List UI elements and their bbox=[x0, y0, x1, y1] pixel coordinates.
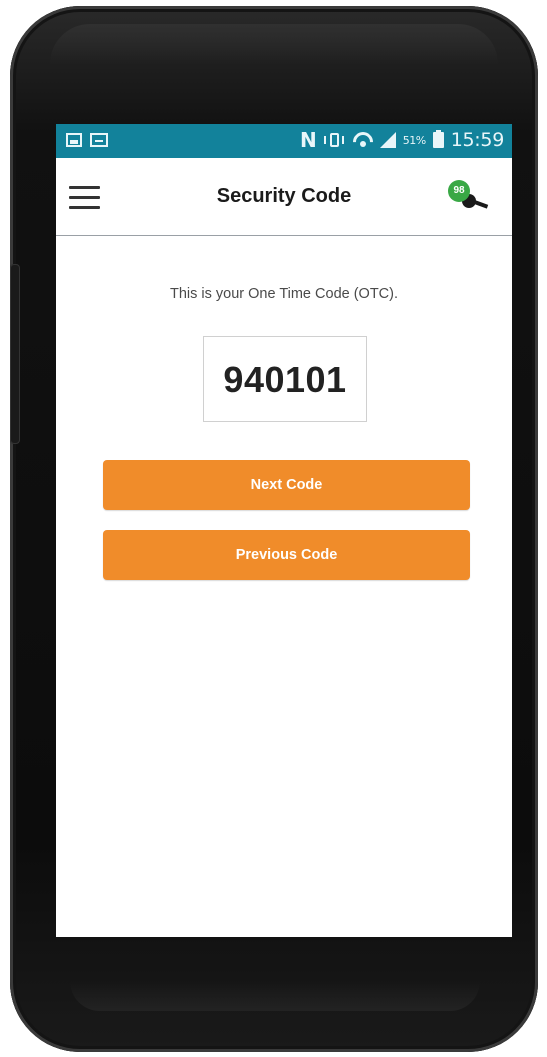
previous-code-button[interactable]: Previous Code bbox=[103, 530, 470, 580]
phone-screen: N 51% 15:59 Security Code 98 This is you… bbox=[56, 124, 512, 937]
status-time: 15:59 bbox=[450, 129, 505, 151]
phone-bezel-bottom bbox=[70, 981, 480, 1011]
signal-icon bbox=[379, 132, 396, 148]
phone-bezel-top bbox=[50, 24, 498, 64]
next-code-button[interactable]: Next Code bbox=[103, 460, 470, 510]
battery-percent: 51% bbox=[402, 133, 426, 147]
app-bar: Security Code 98 bbox=[56, 158, 512, 236]
code-box: 940101 bbox=[203, 336, 367, 422]
phone-side-button bbox=[10, 264, 20, 444]
status-indicators: N 51% 15:59 bbox=[300, 129, 504, 151]
status-notifications bbox=[66, 133, 108, 147]
otc-code: 940101 bbox=[223, 359, 347, 400]
vibrate-icon bbox=[323, 133, 346, 147]
page-title: Security Code bbox=[216, 185, 352, 207]
image-icon bbox=[66, 133, 82, 147]
nfc-icon: N bbox=[300, 128, 317, 152]
status-bar: N 51% 15:59 bbox=[56, 124, 512, 158]
key-badge-icon[interactable]: 98 bbox=[448, 180, 492, 214]
badge-count: 98 bbox=[448, 180, 470, 202]
wifi-icon bbox=[353, 132, 373, 148]
otc-label: This is your One Time Code (OTC). bbox=[169, 286, 399, 302]
battery-icon bbox=[432, 130, 444, 148]
mail-icon bbox=[90, 133, 108, 147]
